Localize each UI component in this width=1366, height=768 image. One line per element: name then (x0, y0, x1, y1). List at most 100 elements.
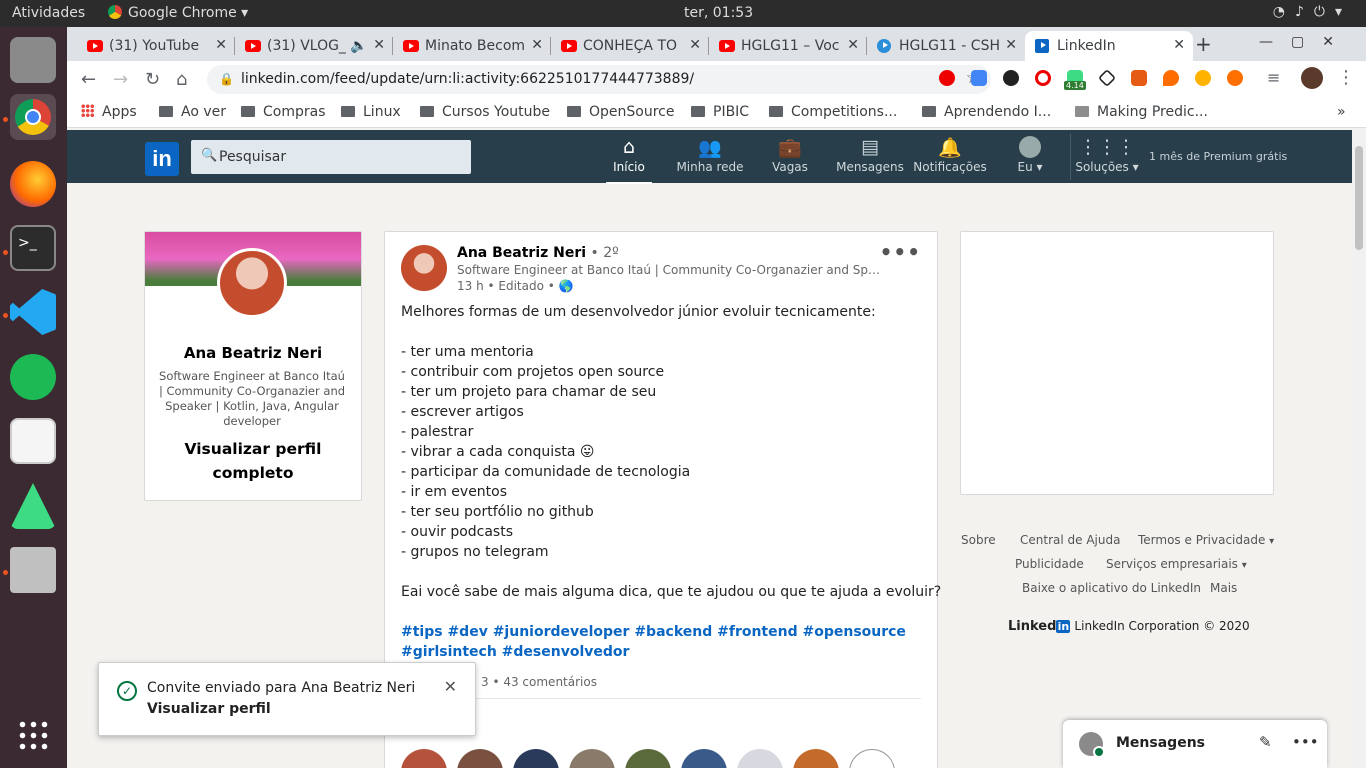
bookmark-linux[interactable]: Linux (341, 104, 401, 120)
nav-jobs[interactable]: 💼 Vagas (750, 136, 830, 174)
media-icon[interactable]: ≡ (1267, 68, 1280, 87)
shield-ext-icon[interactable] (1003, 70, 1019, 86)
x-ext-icon[interactable] (1227, 70, 1243, 86)
profile-avatar[interactable] (1301, 67, 1323, 89)
forward-icon[interactable]: → (113, 69, 128, 90)
more-reactors-button[interactable] (849, 749, 895, 768)
nav-me[interactable]: Eu ▾ (990, 136, 1070, 174)
bookmark-competitions[interactable]: Competitions... (769, 104, 897, 120)
nav-home[interactable]: ⌂ Início (589, 136, 669, 184)
bookmark-making-predic[interactable]: Making Predic... (1075, 104, 1208, 120)
profile-name[interactable]: Ana Beatriz Neri (145, 344, 361, 362)
nav-solutions[interactable]: ⋮⋮⋮ Soluções ▾ (1067, 136, 1147, 174)
nav-messages[interactable]: ▤ Mensagens (830, 136, 910, 174)
close-tab-icon[interactable]: ✕ (1173, 37, 1185, 53)
avatar[interactable] (793, 749, 839, 768)
avatar[interactable] (513, 749, 559, 768)
reload-icon[interactable]: ↻ (145, 69, 160, 90)
search-input[interactable]: 🔍 Pesquisar (191, 140, 471, 174)
terminal-icon[interactable]: >_ (10, 225, 56, 271)
bookmark-aprendendo[interactable]: Aprendendo I... (922, 104, 1051, 120)
page-scrollbar[interactable] (1352, 128, 1366, 768)
avatar[interactable] (401, 749, 447, 768)
profile-avatar[interactable] (217, 248, 287, 318)
fire-ext-icon[interactable] (1163, 70, 1179, 86)
blocker-icon[interactable] (1035, 70, 1051, 86)
nav-notifications[interactable]: 🔔 Notificações (910, 136, 990, 174)
footer-link-terms[interactable]: Termos e Privacidade ▾ (1138, 533, 1274, 547)
vscode-icon[interactable] (10, 289, 56, 335)
address-bar[interactable]: 🔒 linkedin.com/feed/update/urn:li:activi… (207, 65, 991, 94)
post-hashtags[interactable]: #tips #dev #juniordeveloper #backend #fr… (401, 622, 921, 662)
android-studio-icon[interactable] (10, 483, 56, 529)
tab-youtube[interactable]: (31) YouTube ✕ (77, 31, 235, 61)
show-apps-icon[interactable] (17, 719, 49, 751)
footer-link-more[interactable]: Mais (1210, 581, 1237, 595)
spotify-icon[interactable] (10, 354, 56, 400)
tab-linkedin[interactable]: LinkedIn ✕ (1025, 31, 1193, 61)
back-icon[interactable]: ← (81, 69, 96, 90)
bookmark-compras[interactable]: Compras (241, 104, 326, 120)
avatar[interactable] (737, 749, 783, 768)
system-tray[interactable]: ◔♪⏻▾ (1273, 4, 1352, 20)
social-counts[interactable]: 3 • 43 comentários (481, 675, 597, 689)
clock[interactable]: ter, 01:53 (684, 5, 753, 21)
avatar[interactable] (625, 749, 671, 768)
window-controls[interactable]: —▢✕ (1259, 34, 1352, 50)
close-tab-icon[interactable]: ✕ (215, 37, 227, 53)
footer-link-ads[interactable]: Publicidade (1015, 557, 1084, 571)
close-tab-icon[interactable]: ✕ (373, 37, 385, 53)
messaging-bar[interactable]: Mensagens ✎ ••• (1063, 720, 1327, 768)
tab-minato[interactable]: Minato Becom ✕ (393, 31, 551, 61)
view-full-profile-link[interactable]: Visualizar perfil completo (175, 437, 331, 485)
scrollbar-thumb[interactable] (1355, 146, 1363, 250)
bookmark-apps[interactable]: Apps (81, 104, 137, 120)
tab-hglg11-csh[interactable]: HGLG11 - CSH ✕ (867, 31, 1025, 61)
printer-icon[interactable] (10, 547, 56, 593)
more-options-icon[interactable]: ••• (1292, 733, 1319, 751)
avatar[interactable] (569, 749, 615, 768)
firefox-icon[interactable] (10, 161, 56, 207)
close-tab-icon[interactable]: ✕ (531, 37, 543, 53)
avatar[interactable] (681, 749, 727, 768)
bookmark-pibic[interactable]: PIBIC (691, 104, 749, 120)
close-tab-icon[interactable]: ✕ (1005, 37, 1017, 53)
footer-link-help[interactable]: Central de Ajuda (1020, 533, 1120, 547)
tab-conheca[interactable]: CONHEÇA TO ✕ (551, 31, 709, 61)
bookmarks-overflow[interactable]: » (1337, 104, 1346, 120)
premium-link[interactable]: 1 mês de Premium grátis (1149, 150, 1287, 163)
activities-button[interactable]: Atividades (12, 5, 85, 21)
tab-vlog[interactable]: (31) VLOG_ 🔈 ✕ (235, 31, 393, 61)
author-avatar[interactable] (401, 245, 447, 291)
close-icon[interactable]: ✕ (444, 677, 457, 696)
pdf-viewer-icon[interactable] (10, 418, 56, 464)
bookmark-cursos-youtube[interactable]: Cursos Youtube (420, 104, 550, 120)
toast-view-profile-link[interactable]: Visualizar perfil (147, 701, 271, 717)
diamond-ext-icon[interactable] (1097, 68, 1117, 88)
author-name[interactable]: Ana Beatriz Neri • 2º (457, 245, 619, 261)
more-options-icon[interactable]: ••• (880, 240, 921, 264)
tab-hglg11-video[interactable]: HGLG11 – Voc ✕ (709, 31, 867, 61)
new-tab-button[interactable]: + (1195, 32, 1212, 56)
footer-link-business[interactable]: Serviços empresariais ▾ (1106, 557, 1247, 571)
footer-link-sobre[interactable]: Sobre (961, 533, 996, 547)
close-tab-icon[interactable]: ✕ (689, 37, 701, 53)
chrome-dock-slot[interactable] (10, 94, 56, 140)
sc-ext-icon[interactable] (1131, 70, 1147, 86)
avatar[interactable] (457, 749, 503, 768)
bookmark-opensource[interactable]: OpenSource (567, 104, 674, 120)
opera-icon[interactable] (939, 70, 955, 86)
nav-network[interactable]: 👥 Minha rede (670, 136, 750, 174)
linkedin-logo[interactable]: in (145, 142, 179, 176)
ad-box[interactable] (960, 231, 1274, 495)
close-tab-icon[interactable]: ✕ (847, 37, 859, 53)
footer-link-app[interactable]: Baixe o aplicativo do LinkedIn (1022, 581, 1201, 595)
app-menu[interactable]: Google Chrome ▾ (108, 5, 248, 21)
bird-ext-icon[interactable] (1195, 70, 1211, 86)
translate-icon[interactable] (971, 70, 987, 86)
home-icon[interactable]: ⌂ (176, 69, 187, 90)
compose-icon[interactable]: ✎ (1259, 733, 1272, 751)
menu-kebab-icon[interactable]: ⋮ (1337, 67, 1355, 88)
bookmark-ao-ver[interactable]: Ao ver (159, 104, 226, 120)
files-icon[interactable] (10, 37, 56, 83)
